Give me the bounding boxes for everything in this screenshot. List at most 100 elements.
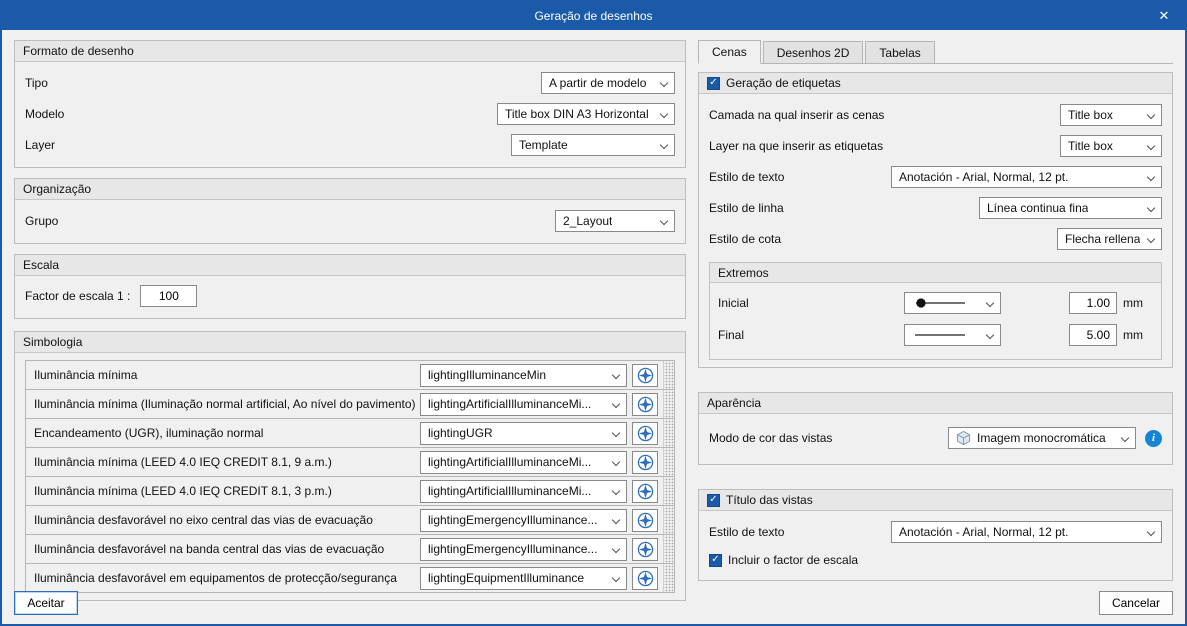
final-label: Final [718,328,745,342]
pick-position-button[interactable] [632,508,658,532]
pick-position-button[interactable] [632,537,658,561]
cancel-button[interactable]: Cancelar [1098,591,1173,615]
final-line-style-combobox[interactable] [904,324,1001,346]
info-icon: i [1151,432,1156,444]
info-button[interactable]: i [1145,429,1162,447]
layer-combobox[interactable]: Template [511,133,675,156]
tab-tabelas[interactable]: Tabelas [865,41,935,63]
symbology-combobox[interactable]: lightingArtificialIlluminanceMi... [420,450,627,474]
chevron-down-icon [1146,110,1156,119]
window-title: Geração de desenhos [534,9,653,23]
incluir-factor-label: Incluir o factor de escala [728,553,859,567]
table-row: Iluminância desfavorável na banda centra… [26,535,674,564]
layer-etiquetas-combobox[interactable]: Title box [1060,134,1162,157]
symbology-row-label: Iluminância mínima [34,368,138,382]
symbology-combobox[interactable]: lightingArtificialIlluminanceMi... [420,479,627,503]
final-unit-label: mm [1123,328,1143,342]
table-row: Iluminância mínima (LEED 4.0 IEQ CREDIT … [26,477,674,506]
inicial-field: Inicial mm [718,287,1153,319]
close-button[interactable]: ✕ [1143,2,1185,30]
symbology-value: lightingArtificialIlluminanceMi... [428,397,592,411]
group-simbologia: Simbologia Iluminância mínima lightingIl… [14,331,686,601]
grupo-combobox[interactable]: 2_Layout [555,209,675,232]
chevron-down-icon [611,399,621,408]
estilo-cota-combobox[interactable]: Flecha rellena [1057,227,1162,250]
modelo-combobox[interactable]: Title box DIN A3 Horizontal [497,102,675,125]
table-row: Encandeamento (UGR), iluminação normal l… [26,419,674,448]
group-aparencia-header: Aparência [699,393,1172,414]
inicial-label: Inicial [718,296,749,310]
pick-position-button[interactable] [632,421,658,445]
titulo-estilo-texto-combobox[interactable]: Anotación - Arial, Normal, 12 pt. [891,520,1162,543]
estilo-linha-combobox[interactable]: Línea continua fina [979,196,1162,219]
symbology-value: lightingIlluminanceMin [428,368,547,382]
accept-button[interactable]: Aceitar [14,591,78,615]
row-drag-area[interactable] [663,448,674,476]
camada-combobox[interactable]: Title box [1060,103,1162,126]
layer-field: Layer Template [25,129,675,160]
chevron-down-icon [1146,172,1156,181]
chevron-down-icon [611,457,621,466]
row-drag-area[interactable] [663,419,674,447]
symbology-combobox[interactable]: lightingEmergencyIlluminance... [420,508,627,532]
modo-cor-label: Modo de cor das vistas [709,431,833,445]
pick-position-button[interactable] [632,450,658,474]
row-drag-area[interactable] [663,477,674,505]
inicial-line-style-combobox[interactable] [904,292,1001,314]
etiquetas-checkbox[interactable]: ✓ [707,76,720,90]
scale-factor-input[interactable] [140,285,198,307]
row-drag-area[interactable] [663,361,674,389]
symbology-row-label: Iluminância mínima (Iluminação normal ar… [34,397,416,411]
right-column: Cenas Desenhos 2D Tabelas ✓ Geração de e… [698,40,1173,601]
pick-position-button[interactable] [632,363,658,387]
tab-desenhos-2d[interactable]: Desenhos 2D [762,41,864,63]
compass-move-icon [637,396,653,412]
tipo-label: Tipo [25,75,48,90]
estilo-linha-label: Estilo de linha [709,200,784,215]
check-icon: ✓ [711,554,720,565]
group-organizacao-header: Organização [15,179,685,200]
group-titulo-title: Título das vistas [726,493,813,507]
camada-value: Title box [1068,107,1113,122]
symbology-value: lightingArtificialIlluminanceMi... [428,455,592,469]
chevron-down-icon [659,109,669,118]
titulo-estilo-texto-label: Estilo de texto [709,524,785,539]
incluir-factor-checkbox[interactable]: ✓ [709,553,722,567]
group-extremos: Extremos Inicial mm [709,262,1162,360]
layer-label: Layer [25,137,56,152]
tab-cenas-label: Cenas [712,45,747,59]
estilo-texto-combobox[interactable]: Anotación - Arial, Normal, 12 pt. [891,165,1162,188]
final-length-input[interactable] [1069,324,1117,346]
symbology-combobox[interactable]: lightingIlluminanceMin [420,363,627,387]
grupo-label: Grupo [25,213,59,228]
tab-cenas[interactable]: Cenas [698,40,761,64]
inicial-unit-label: mm [1123,296,1143,310]
row-drag-area[interactable] [663,390,674,418]
tipo-combobox[interactable]: A partir de modelo [541,71,675,94]
row-drag-area[interactable] [663,535,674,563]
modo-cor-combobox[interactable]: Imagem monocromática [948,427,1136,449]
tipo-value: A partir de modelo [549,75,647,90]
symbology-combobox[interactable]: lightingArtificialIlluminanceMi... [420,392,627,416]
line-with-start-dot-icon [916,298,965,308]
group-formato-title: Formato de desenho [23,44,134,58]
estilo-cota-label: Estilo de cota [709,231,782,246]
group-extremos-title: Extremos [718,265,769,280]
pick-position-button[interactable] [632,479,658,503]
tab-tabelas-label: Tabelas [879,45,921,60]
pick-position-button[interactable] [632,392,658,416]
chevron-down-icon [659,140,669,149]
titlebar: Geração de desenhos ✕ [2,2,1185,30]
layer-etiquetas-value: Title box [1068,138,1113,153]
chevron-down-icon [1146,141,1156,150]
symbology-combobox[interactable]: lightingUGR [420,421,627,445]
inicial-length-input[interactable] [1069,292,1117,314]
compass-move-icon [637,541,653,557]
titulo-checkbox[interactable]: ✓ [707,493,720,507]
row-drag-area[interactable] [663,506,674,534]
group-etiquetas-title: Geração de etiquetas [726,76,841,90]
symbology-combobox[interactable]: lightingEmergencyIlluminance... [420,537,627,561]
group-extremos-header: Extremos [710,263,1161,283]
tab-bar: Cenas Desenhos 2D Tabelas [698,40,1173,64]
group-aparencia-title: Aparência [707,396,762,410]
